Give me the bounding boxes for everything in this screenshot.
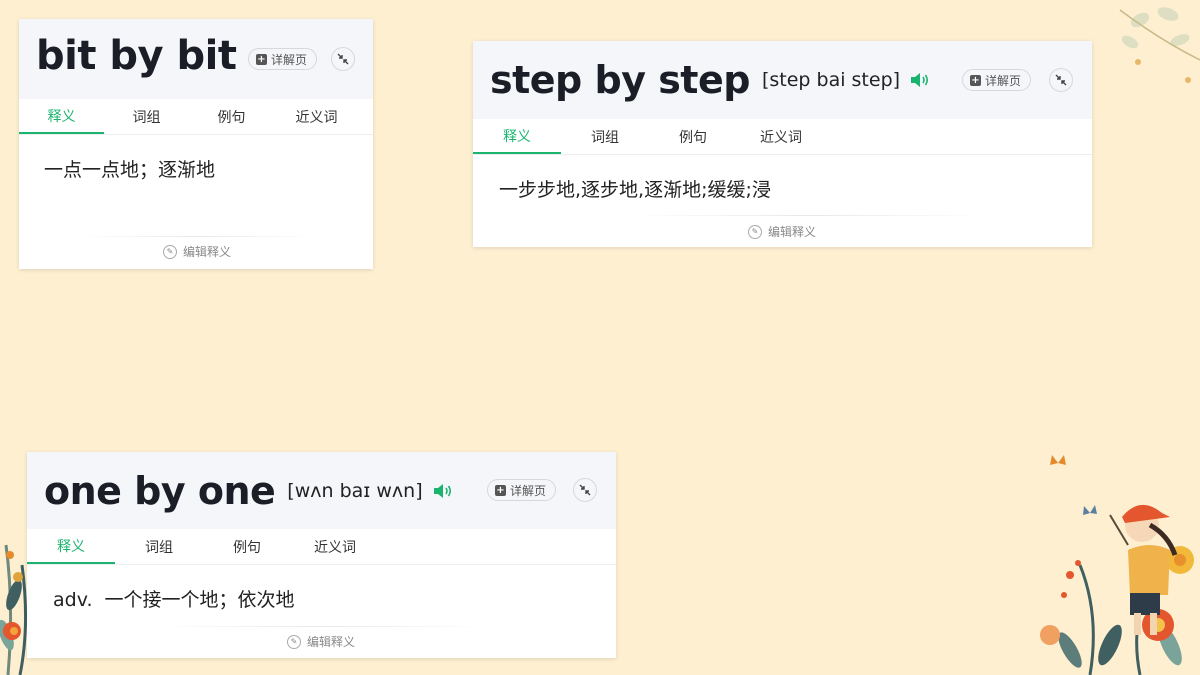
collapse-arrows-icon <box>337 53 349 65</box>
tab-definition[interactable]: 释义 <box>473 119 561 154</box>
tab-bar: 释义 词组 例句 近义词 <box>473 119 1092 155</box>
tab-synonyms[interactable]: 近义词 <box>291 529 379 564</box>
tab-examples[interactable]: 例句 <box>649 119 737 154</box>
edit-definition-label: 编辑释义 <box>768 225 817 239</box>
collapse-button[interactable] <box>1049 68 1073 92</box>
collapse-arrows-icon <box>1055 74 1067 86</box>
word-card-one-by-one: one by one [wʌn baɪ wʌn] + 详解页 释义 词组 例句 … <box>27 452 616 658</box>
divider <box>79 236 319 237</box>
definition-value: 一个接一个地；依次地 <box>104 589 295 611</box>
pencil-icon: ✎ <box>748 224 762 239</box>
detail-page-label: 详解页 <box>271 52 308 67</box>
word-card-step-by-step: step by step [step bai step] + 详解页 释义 词组… <box>473 41 1092 247</box>
card-header: bit by bit + 详解页 <box>19 19 373 99</box>
phonetic-text: [step bai step] <box>761 69 901 91</box>
speaker-button[interactable] <box>433 483 453 499</box>
word-card-bit-by-bit: bit by bit + 详解页 释义 词组 例句 近义词 一点一点地；逐渐地 … <box>19 19 373 269</box>
edit-definition-link[interactable]: ✎ 编辑释义 <box>287 633 355 650</box>
child-illustration <box>1040 455 1194 675</box>
detail-page-label: 详解页 <box>510 483 547 498</box>
tab-phrases[interactable]: 词组 <box>104 99 189 134</box>
tab-bar: 释义 词组 例句 近义词 <box>27 529 616 565</box>
detail-page-button[interactable]: + 详解页 <box>962 69 1032 91</box>
tab-bar: 释义 词组 例句 近义词 <box>19 99 373 135</box>
plus-page-icon: + <box>970 74 981 86</box>
edit-definition-link[interactable]: ✎ 编辑释义 <box>748 223 816 240</box>
detail-page-button[interactable]: + 详解页 <box>248 48 318 70</box>
collapse-button[interactable] <box>331 47 355 71</box>
word-title: step by step <box>490 58 750 102</box>
pencil-icon: ✎ <box>287 634 301 649</box>
edit-definition-label: 编辑释义 <box>307 635 356 649</box>
definition-text: adv. 一个接一个地；依次地 <box>53 585 295 612</box>
tab-phrases[interactable]: 词组 <box>561 119 649 154</box>
definition-value: 一点一点地；逐渐地 <box>44 159 216 181</box>
definition-value: 一步步地,逐步地,逐渐地;缓缓;浸 <box>499 179 771 201</box>
plus-page-icon: + <box>256 53 267 65</box>
card-header: step by step [step bai step] + 详解页 <box>473 41 1092 119</box>
tab-examples[interactable]: 例句 <box>203 529 291 564</box>
tab-phrases[interactable]: 词组 <box>115 529 203 564</box>
card-header: one by one [wʌn baɪ wʌn] + 详解页 <box>27 452 616 529</box>
divider <box>633 215 983 216</box>
divider <box>157 626 487 627</box>
speaker-icon <box>433 483 451 498</box>
tab-examples[interactable]: 例句 <box>189 99 274 134</box>
detail-page-button[interactable]: + 详解页 <box>487 479 557 501</box>
speaker-icon <box>911 73 929 87</box>
speaker-button[interactable] <box>910 72 930 88</box>
collapse-arrows-icon <box>579 484 591 496</box>
word-title: bit by bit <box>36 33 237 79</box>
phonetic-text: [wʌn baɪ wʌn] <box>287 479 423 502</box>
collapse-button[interactable] <box>573 478 597 502</box>
leaf-decoration-top-right <box>1119 7 1200 83</box>
detail-page-label: 详解页 <box>985 73 1022 88</box>
edit-definition-label: 编辑释义 <box>183 245 232 259</box>
definition-text: 一步步地,逐步地,逐渐地;缓缓;浸 <box>499 175 771 202</box>
tab-definition[interactable]: 释义 <box>19 99 104 134</box>
pencil-icon: ✎ <box>163 244 177 259</box>
word-title: one by one <box>44 468 276 513</box>
edit-definition-link[interactable]: ✎ 编辑释义 <box>163 243 231 260</box>
tab-definition[interactable]: 释义 <box>27 529 115 564</box>
definition-text: 一点一点地；逐渐地 <box>44 155 215 182</box>
tab-synonyms[interactable]: 近义词 <box>737 119 825 154</box>
part-of-speech: adv. <box>53 589 93 611</box>
tab-synonyms[interactable]: 近义词 <box>274 99 359 134</box>
plus-page-icon: + <box>495 484 506 496</box>
